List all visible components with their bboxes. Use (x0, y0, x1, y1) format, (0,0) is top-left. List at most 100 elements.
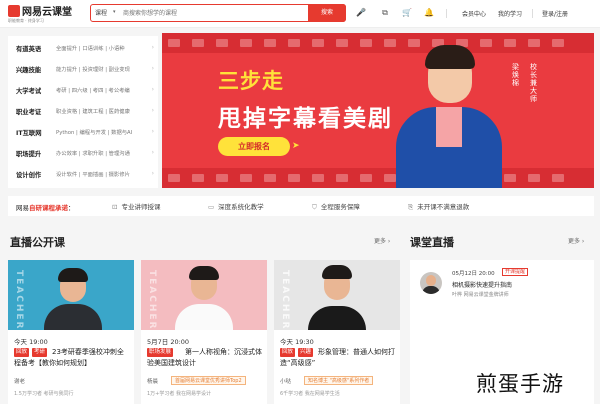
logo-text: 网易云课堂 (22, 7, 72, 18)
site-watermark: 煎蛋手游 (476, 372, 564, 396)
shield-icon: ⛉ (312, 203, 317, 211)
bell-icon[interactable]: 🔔 (424, 8, 434, 18)
sidebar-item-career[interactable]: 职场提升 办公效率 | 求职升职 | 管理沟通 › (8, 144, 158, 163)
sidebar-category: 兴趣技能 (16, 67, 42, 74)
banner-teacher-title: 校长兼大师 (530, 63, 537, 103)
chevron-right-icon: › (151, 65, 154, 72)
category-badge: 职场发展 (147, 348, 174, 357)
sidebar-category: 职场提升 (16, 151, 42, 158)
sidebar-subcategories: 设计软件 | 平面插画 | 摄影修片 (56, 172, 130, 178)
sidebar-subcategories: 全面提升 | 口语训练 | 小语种 (56, 46, 125, 52)
sidebar-category: IT互联网 (16, 130, 42, 137)
category-sidebar: 有道英语 全面提升 | 口语训练 | 小语种 › 兴趣技能 能力提升 | 投资理… (8, 36, 158, 188)
chevron-right-icon: › (151, 44, 154, 51)
logo-subtitle: 职能教育 · 终身学习 (8, 18, 44, 23)
sidebar-category: 职业考证 (16, 109, 42, 116)
search-bar: 课程 ▾ 搜索 (90, 3, 346, 22)
sidebar-category: 大学考试 (16, 88, 42, 95)
sidebar-item-design[interactable]: 设计创作 设计软件 | 平面插画 | 摄影修片 › (8, 165, 158, 184)
class-reminder-button[interactable]: 开课提醒 (502, 268, 529, 276)
replay-badge: 回放 (280, 348, 296, 357)
sidebar-subcategories: 办公效率 | 求职升职 | 管理沟通 (56, 151, 130, 157)
course-learners: 1.5万学习者 考研与我同行 (14, 391, 74, 397)
sidebar-item-english[interactable]: 有道英语 全面提升 | 口语训练 | 小语种 › (8, 39, 158, 58)
promise-item-teachers: ⊡ 专业讲师授课 (112, 203, 161, 211)
teacher-honor-badge: 首届网易云课堂优秀讲师Top2 (171, 376, 246, 385)
banner-teacher-photo (394, 43, 504, 188)
category-badge: 兴趣 (298, 348, 314, 357)
banner-headline: 三步走 (218, 69, 284, 93)
refund-icon: ⎘ (408, 203, 414, 211)
live-course-list: TEACHER 今天 19:00 23考研春季强校冲刺全程备考【教你如何规划】 … (8, 260, 400, 404)
carousel-indicators (480, 181, 530, 184)
my-learning-link[interactable]: 我的学习 (498, 9, 522, 18)
banner-signup-button[interactable]: 立即报名 (218, 137, 290, 156)
cover-watermark: TEACHER (14, 270, 24, 330)
cover-watermark: TEACHER (147, 270, 157, 330)
course-teacher: 小哒 (280, 379, 292, 385)
classroom-more-link[interactable]: 更多 › (568, 236, 584, 245)
live-course-card[interactable]: TEACHER 今天 19:00 23考研春季强校冲刺全程备考【教你如何规划】 … (8, 260, 134, 404)
chevron-right-icon: › (151, 170, 154, 177)
promise-item-refund: ⎘ 未开课不满意退款 (408, 203, 470, 211)
chevron-right-icon: › (151, 107, 154, 114)
classroom-section-title: 课堂直播 (410, 236, 454, 249)
promise-item-service: ⛉ 全程服务保障 (312, 203, 360, 211)
logo-mark-icon (8, 5, 20, 17)
course-cover-image: TEACHER (141, 260, 267, 330)
sidebar-item-exam[interactable]: 大学考试 考研 | 四六级 | 考四 | 考公考编 › (8, 81, 158, 100)
chevron-right-icon: › (151, 86, 154, 93)
film-strip-decoration (162, 33, 594, 53)
classroom-teacher: 叶桦 网易云课堂金牌讲师 (452, 292, 509, 298)
sidebar-subcategories: 考研 | 四六级 | 考四 | 考公考编 (56, 88, 130, 94)
top-header: 网易云课堂 职能教育 · 终身学习 课程 ▾ 搜索 🎤 ⧉ 🛒 🔔 会员中心 我… (0, 0, 600, 28)
course-learners: 6千学习者 我在网易学生活 (280, 391, 340, 397)
arrow-right-icon: ➤ (292, 141, 300, 151)
sidebar-category: 设计创作 (16, 172, 42, 179)
category-badge: 考研 (32, 348, 48, 357)
teacher-icon: ⊡ (112, 203, 118, 211)
sidebar-item-it[interactable]: IT互联网 Python | 编程与开发 | 数据与AI › (8, 123, 158, 142)
search-input[interactable] (123, 7, 303, 19)
course-cover-image: TEACHER (274, 260, 400, 330)
chevron-down-icon: ▾ (113, 9, 116, 15)
banner-subheadline: 甩掉字幕看美剧 (218, 106, 393, 132)
course-cover-image: TEACHER (8, 260, 134, 330)
teacher-honor-badge: 知名博主 "高级感"系列作者 (304, 376, 374, 385)
classroom-time: 05月12日 20:00 (452, 271, 495, 277)
live-course-card[interactable]: TEACHER 5月7日 20:00 第一人称视角：沉浸式体验美国建筑设计 职场… (141, 260, 267, 404)
member-center-link[interactable]: 会员中心 (462, 9, 486, 18)
replay-badge: 回放 (14, 348, 30, 357)
teacher-avatar (420, 272, 442, 294)
header-divider (532, 9, 533, 18)
search-category-select[interactable]: 课程 (95, 8, 107, 17)
sidebar-item-interest[interactable]: 兴趣技能 能力提升 | 投资理财 | 副业变现 › (8, 60, 158, 79)
site-logo[interactable]: 网易云课堂 职能教育 · 终身学习 (8, 3, 88, 25)
login-register-link[interactable]: 登录/注册 (542, 9, 568, 18)
live-section-title: 直播公开课 (10, 236, 65, 249)
cover-watermark: TEACHER (280, 270, 290, 330)
microphone-icon[interactable]: 🎤 (356, 8, 366, 18)
live-course-card[interactable]: TEACHER 今天 19:30 形象管理：普通人如何打造“高级感” 回放 兴趣… (274, 260, 400, 404)
promise-title: 网易自研课程承诺： (16, 204, 75, 212)
search-button[interactable]: 搜索 (308, 3, 346, 22)
header-divider (446, 9, 447, 18)
chevron-right-icon: › (151, 128, 154, 135)
classroom-title[interactable]: 相机摄影快速提升指南 (452, 280, 512, 289)
chevron-right-icon: › (151, 149, 154, 156)
course-time: 5月7日 20:00 (147, 338, 190, 346)
page: 网易云课堂 职能教育 · 终身学习 课程 ▾ 搜索 🎤 ⧉ 🛒 🔔 会员中心 我… (0, 0, 600, 404)
sidebar-subcategories: Python | 编程与开发 | 数据与AI (56, 130, 133, 136)
sidebar-item-certificate[interactable]: 职业考证 职业资格 | 建筑工程 | 医药健康 › (8, 102, 158, 121)
course-time: 今天 19:30 (280, 338, 314, 346)
live-more-link[interactable]: 更多 › (374, 236, 390, 245)
course-promise-bar: 网易自研课程承诺： ⊡ 专业讲师授课 ▭ 深度系统化教学 ⛉ 全程服务保障 ⎘ 未开课不… (8, 196, 594, 216)
cart-icon[interactable]: 🛒 (402, 8, 412, 18)
course-teacher: 谢老 (14, 379, 26, 385)
monitor-icon: ▭ (208, 203, 215, 211)
sidebar-subcategories: 职业资格 | 建筑工程 | 医药健康 (56, 109, 130, 115)
sidebar-subcategories: 能力提升 | 投资理财 | 副业变现 (56, 67, 130, 73)
hero-banner[interactable]: 三步走 甩掉字幕看美剧 立即报名 ➤ 梁焕棉 校长兼大师 (162, 33, 594, 188)
scan-icon[interactable]: ⧉ (380, 8, 390, 18)
course-learners: 1万+学习者 我在网易学设计 (147, 391, 211, 397)
